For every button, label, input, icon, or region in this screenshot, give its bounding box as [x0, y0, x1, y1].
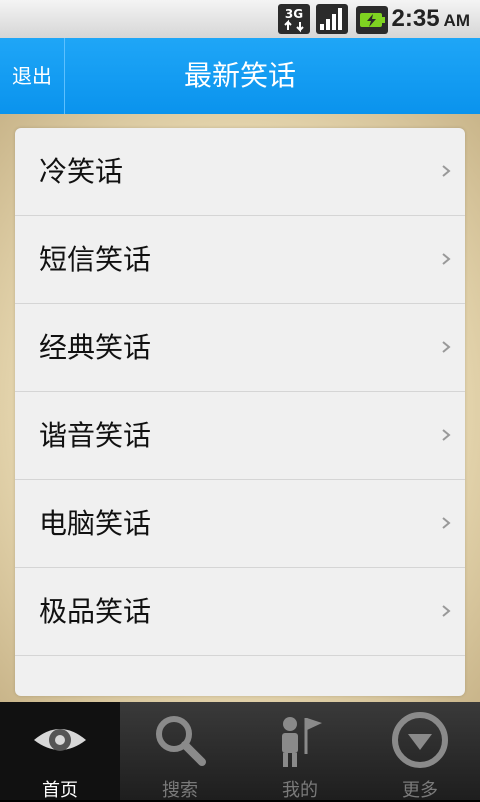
tab-label: 搜索	[162, 780, 198, 801]
chevron-right-icon	[442, 341, 451, 353]
list-item-label: 短信笑话	[39, 243, 152, 276]
chevron-right-icon	[442, 165, 451, 177]
list-item-label: 极品笑话	[39, 595, 152, 628]
bottom-tab-bar: 首页 搜索 我的 更多	[0, 702, 480, 801]
battery-charging-icon	[356, 6, 388, 34]
chevron-right-icon	[442, 605, 451, 617]
list-item-partial[interactable]	[15, 656, 465, 696]
exit-button[interactable]: 退出	[0, 38, 65, 114]
svg-text:3G: 3G	[285, 7, 303, 21]
list-item-label: 电脑笑话	[39, 507, 152, 540]
clock-time: 2:35	[391, 5, 440, 32]
title-bar: 退出 最新笑话	[0, 38, 480, 114]
tab-label: 更多	[402, 780, 438, 801]
page-title: 最新笑话	[183, 59, 296, 92]
chevron-right-icon	[442, 253, 451, 265]
list-item[interactable]: 短信笑话	[15, 216, 465, 304]
down-arrow-circle-icon	[392, 712, 448, 768]
status-bar: 3G 2:35 AM	[0, 0, 480, 39]
list-item-label: 经典笑话	[39, 331, 152, 364]
3g-network-icon: 3G	[278, 4, 310, 34]
list-item[interactable]: 电脑笑话	[15, 480, 465, 568]
list-item-label: 冷笑话	[39, 155, 124, 188]
tab-home[interactable]: 首页	[0, 702, 120, 801]
clock: 2:35 AM	[392, 3, 471, 35]
chevron-right-icon	[442, 429, 451, 441]
list-item[interactable]: 极品笑话	[15, 568, 465, 656]
signal-strength-icon	[316, 4, 348, 34]
tab-more[interactable]: 更多	[360, 702, 480, 801]
content-area: 冷笑话 短信笑话 经典笑话 谐音笑话 电脑笑话 极品笑话	[0, 114, 480, 702]
clock-ampm: AM	[443, 11, 470, 30]
list-item[interactable]: 谐音笑话	[15, 392, 465, 480]
chevron-right-icon	[442, 517, 451, 529]
list-item[interactable]: 冷笑话	[15, 128, 465, 216]
category-list: 冷笑话 短信笑话 经典笑话 谐音笑话 电脑笑话 极品笑话	[15, 128, 465, 696]
magnifier-icon	[156, 716, 206, 766]
list-item-label: 谐音笑话	[39, 419, 152, 452]
person-flag-icon	[282, 717, 322, 767]
list-item[interactable]: 经典笑话	[15, 304, 465, 392]
tab-label: 我的	[282, 780, 318, 801]
tab-search[interactable]: 搜索	[120, 702, 240, 801]
tab-mine[interactable]: 我的	[240, 702, 360, 801]
tab-label: 首页	[42, 780, 78, 801]
eye-icon	[34, 729, 86, 751]
